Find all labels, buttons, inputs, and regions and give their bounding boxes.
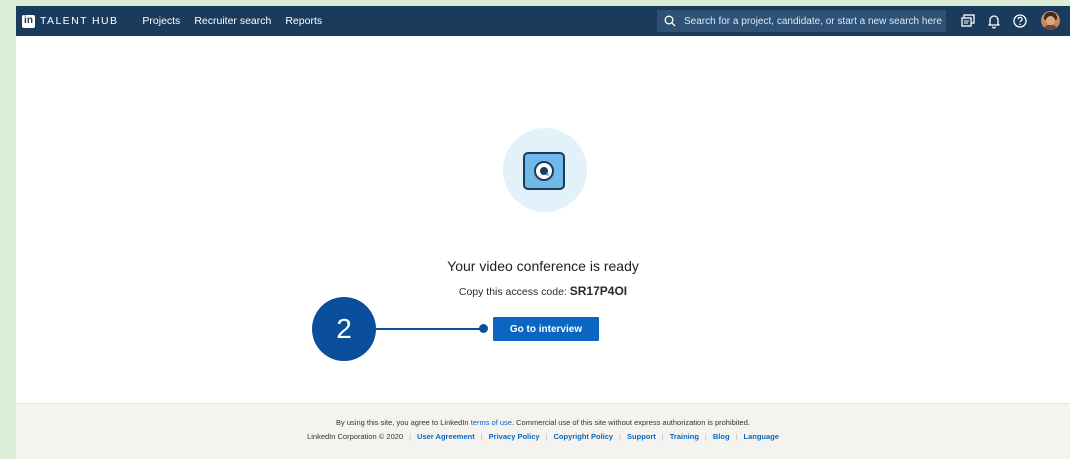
- footer-link-language[interactable]: Language: [744, 432, 779, 441]
- linkedin-logo-icon: in: [22, 14, 35, 28]
- footer-link-user-agreement[interactable]: User Agreement: [417, 432, 475, 441]
- camera-icon: [523, 152, 565, 190]
- callout-connector-line: [375, 328, 483, 330]
- page-title: Your video conference is ready: [447, 258, 639, 274]
- nav-link-reports[interactable]: Reports: [285, 15, 322, 27]
- nav-link-recruiter-search[interactable]: Recruiter search: [194, 15, 271, 27]
- terms-of-use-link[interactable]: terms of use: [471, 418, 512, 427]
- callout-connector-dot: [479, 324, 488, 333]
- access-code: SR17P4OI: [569, 284, 628, 298]
- footer-links-line: LinkedIn Corporation © 2020 | User Agreeme…: [307, 432, 779, 441]
- copyright-text: LinkedIn Corporation © 2020: [307, 432, 404, 441]
- footer-link-support[interactable]: Support: [627, 432, 656, 441]
- search-icon: [664, 15, 676, 27]
- access-code-line: Copy this access code: SR17P4OI: [16, 284, 1070, 298]
- messages-icon[interactable]: [960, 13, 976, 29]
- top-navigation-bar: in TALENT HUB Projects Recruiter search …: [16, 6, 1070, 36]
- footer: By using this site, you agree to LinkedI…: [16, 403, 1070, 459]
- search-placeholder: Search for a project, candidate, or star…: [684, 15, 942, 27]
- footer-terms-line: By using this site, you agree to LinkedI…: [336, 418, 750, 427]
- brand-name: TALENT HUB: [40, 15, 119, 27]
- notifications-bell-icon[interactable]: [986, 13, 1002, 29]
- help-icon[interactable]: [1012, 13, 1028, 29]
- go-to-interview-button[interactable]: Go to interview: [493, 317, 599, 341]
- footer-link-blog[interactable]: Blog: [713, 432, 730, 441]
- step-callout-badge: 2: [312, 297, 376, 361]
- search-input[interactable]: Search for a project, candidate, or star…: [657, 10, 946, 32]
- avatar[interactable]: [1041, 11, 1060, 30]
- footer-link-copyright-policy[interactable]: Copyright Policy: [554, 432, 614, 441]
- nav-link-projects[interactable]: Projects: [142, 15, 180, 27]
- footer-link-privacy-policy[interactable]: Privacy Policy: [489, 432, 540, 441]
- footer-link-training[interactable]: Training: [670, 432, 699, 441]
- app-window: in TALENT HUB Projects Recruiter search …: [16, 6, 1070, 459]
- access-code-prefix: Copy this access code:: [458, 286, 570, 298]
- talent-hub-logo[interactable]: in TALENT HUB: [22, 14, 119, 28]
